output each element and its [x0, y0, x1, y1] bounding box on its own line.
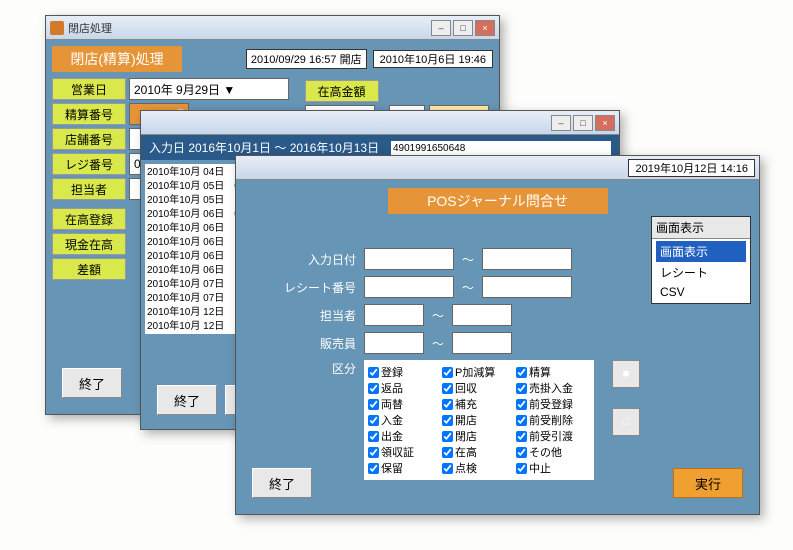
- stop-button[interactable]: ■: [612, 360, 640, 388]
- exit-button[interactable]: 終了: [62, 368, 122, 398]
- select-option[interactable]: CSV: [656, 283, 746, 301]
- class-check[interactable]: P加減算: [442, 364, 516, 380]
- class-check[interactable]: 保留: [368, 460, 442, 476]
- cash-reg-label: 在高登録: [52, 208, 126, 230]
- exec-button[interactable]: 実行: [673, 468, 743, 498]
- sales-to-field[interactable]: 99999: [452, 332, 512, 354]
- biz-day-field[interactable]: 2010年 9月29日 ▼: [129, 78, 289, 100]
- class-check[interactable]: 在高: [442, 444, 516, 460]
- date-from-field[interactable]: 2019/10/12: [364, 248, 454, 270]
- class-check[interactable]: 閉店: [442, 428, 516, 444]
- class-check[interactable]: 回収: [442, 380, 516, 396]
- class-check[interactable]: その他: [516, 444, 590, 460]
- range-sep: ～: [462, 251, 474, 268]
- class-check[interactable]: 補充: [442, 396, 516, 412]
- heading: 閉店(精算)処理: [52, 46, 182, 72]
- class-check[interactable]: 点検: [442, 460, 516, 476]
- maximize-icon[interactable]: □: [573, 115, 593, 131]
- receipt-from-field[interactable]: 0: [364, 276, 454, 298]
- minimize-icon[interactable]: –: [551, 115, 571, 131]
- maximize-icon[interactable]: □: [453, 20, 473, 36]
- cash-bal-label: 在高金額: [305, 80, 379, 102]
- titlebar[interactable]: 閉店処理 –□×: [46, 16, 499, 40]
- open-time-chip: 2010/09/29 16:57 開店: [246, 49, 367, 69]
- select-header[interactable]: 画面表示: [652, 217, 750, 239]
- class-checkboxes[interactable]: 登録P加減算精算返品回収売掛入金両替補充前受登録入金開店前受削除出金閉店前受引渡…: [364, 360, 594, 480]
- sales-label: 販売員: [244, 335, 364, 352]
- staff-label: 担当者: [52, 178, 126, 200]
- class-check[interactable]: 返品: [368, 380, 442, 396]
- class-check[interactable]: 登録: [368, 364, 442, 380]
- record-button[interactable]: □: [612, 408, 640, 436]
- select-option[interactable]: 画面表示: [656, 241, 746, 262]
- staff-from-field[interactable]: 0: [364, 304, 424, 326]
- timestamp: 2019年10月12日 14:16: [628, 159, 755, 177]
- store-no-label: 店舗番号: [52, 128, 126, 150]
- receipt-to-field[interactable]: 99999999: [482, 276, 572, 298]
- exit-button[interactable]: 終了: [252, 468, 312, 498]
- class-check[interactable]: 入金: [368, 412, 442, 428]
- class-check[interactable]: 両替: [368, 396, 442, 412]
- select-option[interactable]: レシート: [656, 262, 746, 283]
- close-icon[interactable]: ×: [475, 20, 495, 36]
- staff-to-field[interactable]: 99999: [452, 304, 512, 326]
- staff-label: 担当者: [244, 307, 364, 324]
- titlebar[interactable]: –□×: [141, 111, 619, 135]
- timestamp: 2010年10月6日 19:46: [373, 50, 493, 68]
- cash-amt-label: 現金在高: [52, 233, 126, 255]
- class-label: 区分: [244, 360, 364, 377]
- date-to-field[interactable]: 2019/10/12: [482, 248, 572, 270]
- class-check[interactable]: 精算: [516, 364, 590, 380]
- sales-from-field[interactable]: 0: [364, 332, 424, 354]
- close-icon[interactable]: ×: [595, 115, 615, 131]
- class-check[interactable]: 開店: [442, 412, 516, 428]
- detail-code: 4901991650648: [393, 143, 609, 154]
- window-title: 閉店処理: [68, 20, 112, 36]
- class-check[interactable]: 領収証: [368, 444, 442, 460]
- diff-label: 差額: [52, 258, 126, 280]
- exit-button[interactable]: 終了: [157, 385, 217, 415]
- heading: POSジャーナル問合せ: [388, 188, 608, 214]
- class-check[interactable]: 中止: [516, 460, 590, 476]
- date-label: 入力日付: [244, 251, 364, 268]
- calc-no-label: 精算番号: [52, 103, 126, 125]
- biz-day-label: 営業日: [52, 78, 126, 100]
- receipt-label: レシート番号: [244, 279, 364, 296]
- class-check[interactable]: 売掛入金: [516, 380, 590, 396]
- app-icon: [50, 21, 64, 35]
- reg-no-label: レジ番号: [52, 153, 126, 175]
- minimize-icon[interactable]: –: [431, 20, 451, 36]
- class-check[interactable]: 前受引渡: [516, 428, 590, 444]
- titlebar[interactable]: 2019年10月12日 14:16: [236, 156, 759, 180]
- class-check[interactable]: 出金: [368, 428, 442, 444]
- class-check[interactable]: 前受削除: [516, 412, 590, 428]
- output-mode-select[interactable]: 画面表示 画面表示レシートCSV: [651, 216, 751, 304]
- class-check[interactable]: 前受登録: [516, 396, 590, 412]
- pos-journal-query-window: 2019年10月12日 14:16 POSジャーナル問合せ 画面表示 画面表示レ…: [235, 155, 760, 515]
